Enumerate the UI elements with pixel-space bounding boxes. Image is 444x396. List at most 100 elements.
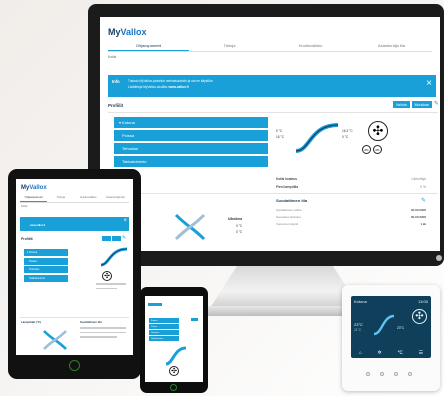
divider	[20, 317, 129, 318]
monitor-screen: MyVallox Ohjauspaneeli Tietoja Huoltoval…	[100, 17, 440, 251]
outdoor-temp-2: 0 °C	[236, 230, 243, 234]
filter-title: Suodattimen tila	[80, 320, 102, 324]
mode-label: Kotona	[354, 299, 367, 304]
tab-info[interactable]: Tietoja	[189, 41, 270, 51]
tablet-screen: MyVallox Ohjauspaneeli Tietoja Huoltoval…	[16, 179, 133, 355]
info-banner: Info Tutustu MyVallox-palvelun ominaisuu…	[108, 75, 436, 97]
clock: 13:00	[417, 299, 428, 304]
status-label-2: Pieni lampötila	[276, 185, 299, 189]
table-row: Vuotuinen käyttö 1 kk	[276, 222, 426, 226]
hardware-button-4[interactable]	[408, 372, 412, 376]
pencil-icon[interactable]: ✎	[434, 101, 439, 110]
fan-icon: ✣	[169, 366, 179, 376]
tab-expert-mode[interactable]: Asiantuntija tila	[102, 193, 129, 202]
profile-item-home[interactable]: Kotona	[149, 318, 179, 323]
tab-control-panel[interactable]: Ohjauspaneeli	[20, 193, 48, 202]
fan-icon[interactable]: ✣	[412, 309, 427, 324]
profile-item-boost[interactable]: Tehostus	[149, 330, 179, 335]
row-value: 00.00.0000	[410, 215, 426, 219]
heat-exchanger-graphic	[165, 346, 187, 366]
fan-icon: ✣	[102, 271, 112, 281]
app-logo[interactable]: MyVallox	[108, 27, 432, 37]
controller-icon-bar: ⌂ ✲ ℃ ☰	[351, 348, 431, 358]
airflow-diagram: 0 °C 16 °C 16,3 °C 0 °C ✣ 0% 0%	[276, 119, 426, 173]
filter-panel: Suodattimen tila ✎ Suodattimen vaihto 00…	[276, 197, 426, 226]
fan-speed-badge-2: 0%	[373, 145, 382, 154]
edit-profile-button[interactable]: Muokkaa	[411, 101, 432, 108]
tablet-tabs: Ohjauspaneeli Tietoja Huoltovalikko Asia…	[20, 193, 129, 203]
tablet-status	[96, 283, 126, 289]
temp-right: 23°C	[397, 326, 405, 330]
cross-flow-icon	[174, 213, 206, 241]
house-icon[interactable]: ⌂	[359, 350, 362, 356]
info-link[interactable]: www.vallox.fi	[169, 85, 189, 89]
phone-screen: Kotona Poissa Tehostus Takkatoiminto ✣	[145, 296, 203, 382]
profile-item-fireplace[interactable]: Takkatoiminto	[149, 336, 179, 341]
main-tabs: Ohjauspaneeli Tietoja Huoltovalikko Asia…	[108, 41, 432, 52]
change-profile-button[interactable]	[102, 236, 111, 241]
tab-info[interactable]: Tietoja	[47, 193, 74, 202]
info-link[interactable]: www.vallox.fi	[30, 224, 45, 227]
profile-item-fireplace[interactable]: Takkatoiminto	[114, 156, 268, 167]
info-text-2-label: Lisätietoja MyVallox-sivuilta:	[128, 85, 168, 89]
temp-right-bottom: 0 °C	[342, 135, 349, 139]
monitor-power-led	[436, 255, 442, 261]
phone-home-button[interactable]	[170, 384, 177, 391]
tab-expert-mode[interactable]: Asiantuntija tila	[351, 41, 432, 51]
edit-profile-button[interactable]	[112, 236, 121, 241]
phone-header-bar	[148, 303, 162, 306]
filter-rows: Suodattimen vaihto 00.00.0000 Seuraava t…	[276, 208, 426, 226]
status-value-2: 0 %	[420, 185, 426, 189]
info-text-2: Lisätietoja MyVallox-sivuilta: www.vallo…	[128, 85, 189, 89]
profile-item-fireplace[interactable]: Takkatoiminto	[24, 274, 68, 282]
row-label: Seuraava tarkistus	[276, 215, 301, 219]
heat-exchanger-graphic	[373, 314, 395, 336]
cross-flow-icon	[43, 330, 67, 350]
profile-item-boost[interactable]: Tehostus	[24, 266, 68, 273]
temp-left-sub: 21°C	[354, 328, 362, 332]
tablet-power-button[interactable]	[69, 360, 80, 371]
profile-list: Kotona Poissa Tehostus Takkatoiminto	[149, 318, 179, 342]
pencil-icon[interactable]: ✎	[122, 236, 126, 243]
tablet-logo[interactable]: MyVallox	[21, 185, 128, 191]
close-icon[interactable]: ×	[123, 218, 127, 224]
phone-menu-button[interactable]	[191, 318, 198, 321]
temperatures-title: Lämpötilat (°C)	[21, 320, 41, 324]
profile-item-away[interactable]: Poissa	[114, 130, 268, 141]
filter-title: Suodattimen tila	[276, 198, 308, 203]
logo-vallox: Vallox	[29, 185, 47, 191]
app-header: MyVallox	[100, 17, 440, 41]
profile-item-home[interactable]: ▾ Kotona	[114, 117, 268, 128]
tab-service-menu[interactable]: Huoltovalikko	[75, 193, 102, 202]
profile-item-away[interactable]: Poissa	[24, 257, 68, 265]
hardware-button-3[interactable]	[394, 372, 398, 376]
temp-left-bottom: 16 °C	[276, 135, 285, 139]
heat-exchanger-graphic	[295, 123, 339, 153]
info-banner: www.vallox.fi ×	[20, 217, 129, 231]
pencil-icon[interactable]: ✎	[421, 197, 426, 204]
menu-icon[interactable]: ☰	[419, 350, 423, 356]
close-icon[interactable]: ×	[426, 79, 432, 89]
profiles-title: Profiilit	[108, 103, 124, 108]
table-row: Suodattimen vaihto 00.00.0000	[276, 208, 426, 212]
outdoor-temp-1: 0 °C	[236, 224, 243, 228]
table-row: Seuraava tarkistus 00.00.0000	[276, 215, 426, 219]
thermometer-icon[interactable]: ℃	[397, 350, 403, 356]
monitor-stand	[210, 266, 360, 308]
profile-item-boost[interactable]: Tehostus	[114, 143, 268, 154]
fan-mode-icon[interactable]: ✲	[378, 350, 382, 356]
hardware-button-2[interactable]	[380, 372, 384, 376]
temp-left: 23°C	[354, 322, 363, 327]
tab-service-menu[interactable]: Huoltovalikko	[270, 41, 351, 51]
change-profile-button[interactable]: Vaihda	[393, 101, 410, 108]
breadcrumb: Kotisi	[21, 205, 28, 208]
tab-control-panel[interactable]: Ohjauspaneeli	[108, 41, 189, 51]
hardware-button-1[interactable]	[366, 372, 370, 376]
profile-actions: Vaihda Muokkaa ✎	[393, 101, 439, 110]
profiles-title: Profiilit	[21, 237, 33, 241]
profile-item-home[interactable]: ▾ Kotona	[24, 249, 68, 256]
profile-item-away[interactable]: Poissa	[149, 324, 179, 329]
profile-actions: ✎	[102, 236, 126, 243]
status-label-1: Kotisi kosteus	[276, 177, 297, 181]
wall-controller-screen: Kotona 13:00 23°C 21°C 23°C ✣ ⌂ ✲ ℃ ☰	[351, 296, 431, 358]
